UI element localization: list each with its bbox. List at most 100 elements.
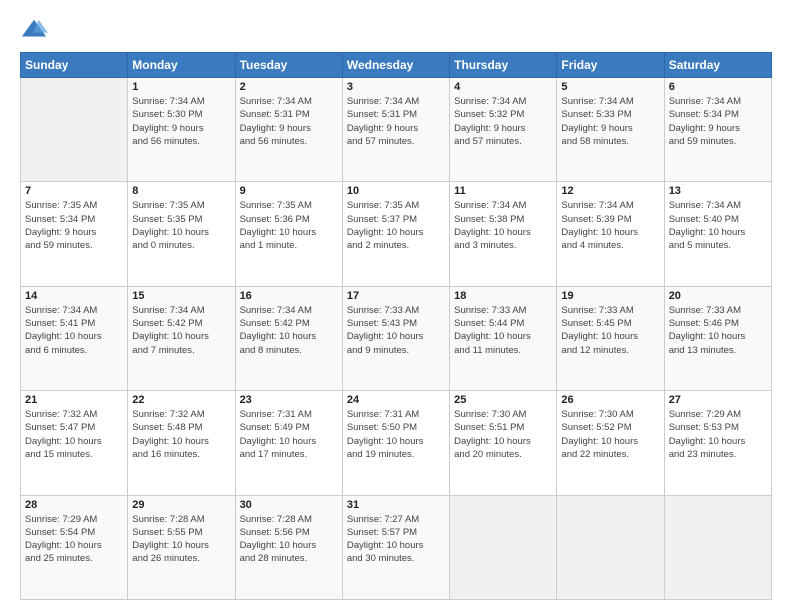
day-info: Sunrise: 7:34 AMSunset: 5:42 PMDaylight:… <box>132 304 230 357</box>
day-number: 23 <box>240 394 338 406</box>
day-info: Sunrise: 7:28 AMSunset: 5:56 PMDaylight:… <box>240 513 338 566</box>
day-number: 16 <box>240 290 338 302</box>
calendar-table: SundayMondayTuesdayWednesdayThursdayFrid… <box>20 52 772 600</box>
day-info: Sunrise: 7:31 AMSunset: 5:49 PMDaylight:… <box>240 408 338 461</box>
calendar-cell <box>450 495 557 599</box>
day-number: 13 <box>669 185 767 197</box>
day-info: Sunrise: 7:31 AMSunset: 5:50 PMDaylight:… <box>347 408 445 461</box>
day-info: Sunrise: 7:29 AMSunset: 5:53 PMDaylight:… <box>669 408 767 461</box>
day-number: 24 <box>347 394 445 406</box>
calendar-cell: 8 Sunrise: 7:35 AMSunset: 5:35 PMDaylight… <box>128 182 235 286</box>
header-day-wednesday: Wednesday <box>342 53 449 78</box>
calendar-week-1: 1 Sunrise: 7:34 AMSunset: 5:30 PMDaylight… <box>21 78 772 182</box>
calendar-cell: 17Sunrise: 7:33 AMSunset: 5:43 PMDayligh… <box>342 286 449 390</box>
day-number: 26 <box>561 394 659 406</box>
day-info: Sunrise: 7:33 AMSunset: 5:45 PMDaylight:… <box>561 304 659 357</box>
day-info: Sunrise: 7:35 AMSunset: 5:35 PMDaylight:… <box>132 199 230 252</box>
day-number: 7 <box>25 185 123 197</box>
calendar-cell: 21Sunrise: 7:32 AMSunset: 5:47 PMDayligh… <box>21 391 128 495</box>
day-number: 15 <box>132 290 230 302</box>
calendar-cell: 25 Sunrise: 7:30 AMSunset: 5:51 PMDayligh… <box>450 391 557 495</box>
calendar-cell: 18Sunrise: 7:33 AMSunset: 5:44 PMDayligh… <box>450 286 557 390</box>
calendar-cell: 26 Sunrise: 7:30 AMSunset: 5:52 PMDayligh… <box>557 391 664 495</box>
calendar-cell <box>21 78 128 182</box>
day-number: 17 <box>347 290 445 302</box>
day-info: Sunrise: 7:34 AMSunset: 5:32 PMDaylight:… <box>454 95 552 148</box>
calendar-cell: 11Sunrise: 7:34 AMSunset: 5:38 PMDayligh… <box>450 182 557 286</box>
day-number: 3 <box>347 81 445 93</box>
calendar-cell: 15 Sunrise: 7:34 AMSunset: 5:42 PMDayligh… <box>128 286 235 390</box>
day-number: 18 <box>454 290 552 302</box>
day-number: 10 <box>347 185 445 197</box>
calendar-cell: 19 Sunrise: 7:33 AMSunset: 5:45 PMDayligh… <box>557 286 664 390</box>
day-number: 21 <box>25 394 123 406</box>
day-number: 6 <box>669 81 767 93</box>
day-number: 25 <box>454 394 552 406</box>
day-info: Sunrise: 7:33 AMSunset: 5:46 PMDaylight:… <box>669 304 767 357</box>
calendar-cell: 5 Sunrise: 7:34 AMSunset: 5:33 PMDaylight… <box>557 78 664 182</box>
day-number: 31 <box>347 499 445 511</box>
calendar-cell: 28Sunrise: 7:29 AMSunset: 5:54 PMDayligh… <box>21 495 128 599</box>
calendar-cell: 14 Sunrise: 7:34 AMSunset: 5:41 PMDayligh… <box>21 286 128 390</box>
day-number: 27 <box>669 394 767 406</box>
calendar-cell: 22Sunrise: 7:32 AMSunset: 5:48 PMDayligh… <box>128 391 235 495</box>
calendar-cell: 7 Sunrise: 7:35 AMSunset: 5:34 PMDaylight… <box>21 182 128 286</box>
header-row: SundayMondayTuesdayWednesdayThursdayFrid… <box>21 53 772 78</box>
day-info: Sunrise: 7:34 AMSunset: 5:33 PMDaylight:… <box>561 95 659 148</box>
header-day-saturday: Saturday <box>664 53 771 78</box>
calendar-cell: 4Sunrise: 7:34 AMSunset: 5:32 PMDaylight… <box>450 78 557 182</box>
day-number: 20 <box>669 290 767 302</box>
header-day-sunday: Sunday <box>21 53 128 78</box>
day-info: Sunrise: 7:34 AMSunset: 5:30 PMDaylight:… <box>132 95 230 148</box>
calendar-cell: 9 Sunrise: 7:35 AMSunset: 5:36 PMDaylight… <box>235 182 342 286</box>
calendar-cell: 2 Sunrise: 7:34 AMSunset: 5:31 PMDaylight… <box>235 78 342 182</box>
logo <box>20 16 52 44</box>
day-info: Sunrise: 7:30 AMSunset: 5:51 PMDaylight:… <box>454 408 552 461</box>
header-day-monday: Monday <box>128 53 235 78</box>
day-number: 1 <box>132 81 230 93</box>
calendar-cell: 29 Sunrise: 7:28 AMSunset: 5:55 PMDayligh… <box>128 495 235 599</box>
day-info: Sunrise: 7:32 AMSunset: 5:48 PMDaylight:… <box>132 408 230 461</box>
calendar-cell: 3 Sunrise: 7:34 AMSunset: 5:31 PMDaylight… <box>342 78 449 182</box>
day-info: Sunrise: 7:34 AMSunset: 5:31 PMDaylight:… <box>240 95 338 148</box>
day-number: 19 <box>561 290 659 302</box>
day-info: Sunrise: 7:27 AMSunset: 5:57 PMDaylight:… <box>347 513 445 566</box>
day-info: Sunrise: 7:34 AMSunset: 5:34 PMDaylight:… <box>669 95 767 148</box>
calendar-cell: 12Sunrise: 7:34 AMSunset: 5:39 PMDayligh… <box>557 182 664 286</box>
day-info: Sunrise: 7:34 AMSunset: 5:31 PMDaylight:… <box>347 95 445 148</box>
calendar-cell: 10 Sunrise: 7:35 AMSunset: 5:37 PMDayligh… <box>342 182 449 286</box>
calendar-cell: 23 Sunrise: 7:31 AMSunset: 5:49 PMDayligh… <box>235 391 342 495</box>
header-day-friday: Friday <box>557 53 664 78</box>
day-info: Sunrise: 7:35 AMSunset: 5:36 PMDaylight:… <box>240 199 338 252</box>
calendar-cell: 31 Sunrise: 7:27 AMSunset: 5:57 PMDayligh… <box>342 495 449 599</box>
day-info: Sunrise: 7:34 AMSunset: 5:40 PMDaylight:… <box>669 199 767 252</box>
day-info: Sunrise: 7:34 AMSunset: 5:42 PMDaylight:… <box>240 304 338 357</box>
day-number: 11 <box>454 185 552 197</box>
day-info: Sunrise: 7:34 AMSunset: 5:39 PMDaylight:… <box>561 199 659 252</box>
day-number: 5 <box>561 81 659 93</box>
day-number: 30 <box>240 499 338 511</box>
day-number: 28 <box>25 499 123 511</box>
day-info: Sunrise: 7:30 AMSunset: 5:52 PMDaylight:… <box>561 408 659 461</box>
calendar-header: SundayMondayTuesdayWednesdayThursdayFrid… <box>21 53 772 78</box>
day-number: 8 <box>132 185 230 197</box>
page: SundayMondayTuesdayWednesdayThursdayFrid… <box>0 0 792 612</box>
calendar-body: 1 Sunrise: 7:34 AMSunset: 5:30 PMDaylight… <box>21 78 772 600</box>
calendar-week-2: 7 Sunrise: 7:35 AMSunset: 5:34 PMDaylight… <box>21 182 772 286</box>
day-info: Sunrise: 7:28 AMSunset: 5:55 PMDaylight:… <box>132 513 230 566</box>
day-number: 29 <box>132 499 230 511</box>
day-info: Sunrise: 7:34 AMSunset: 5:41 PMDaylight:… <box>25 304 123 357</box>
header-day-thursday: Thursday <box>450 53 557 78</box>
day-info: Sunrise: 7:35 AMSunset: 5:34 PMDaylight:… <box>25 199 123 252</box>
day-number: 14 <box>25 290 123 302</box>
calendar-cell: 6 Sunrise: 7:34 AMSunset: 5:34 PMDaylight… <box>664 78 771 182</box>
calendar-week-3: 14 Sunrise: 7:34 AMSunset: 5:41 PMDayligh… <box>21 286 772 390</box>
calendar-cell: 24 Sunrise: 7:31 AMSunset: 5:50 PMDayligh… <box>342 391 449 495</box>
calendar-cell: 13 Sunrise: 7:34 AMSunset: 5:40 PMDayligh… <box>664 182 771 286</box>
day-info: Sunrise: 7:35 AMSunset: 5:37 PMDaylight:… <box>347 199 445 252</box>
calendar-week-4: 21Sunrise: 7:32 AMSunset: 5:47 PMDayligh… <box>21 391 772 495</box>
day-number: 9 <box>240 185 338 197</box>
logo-icon <box>20 16 48 44</box>
day-number: 2 <box>240 81 338 93</box>
calendar-cell: 20 Sunrise: 7:33 AMSunset: 5:46 PMDayligh… <box>664 286 771 390</box>
